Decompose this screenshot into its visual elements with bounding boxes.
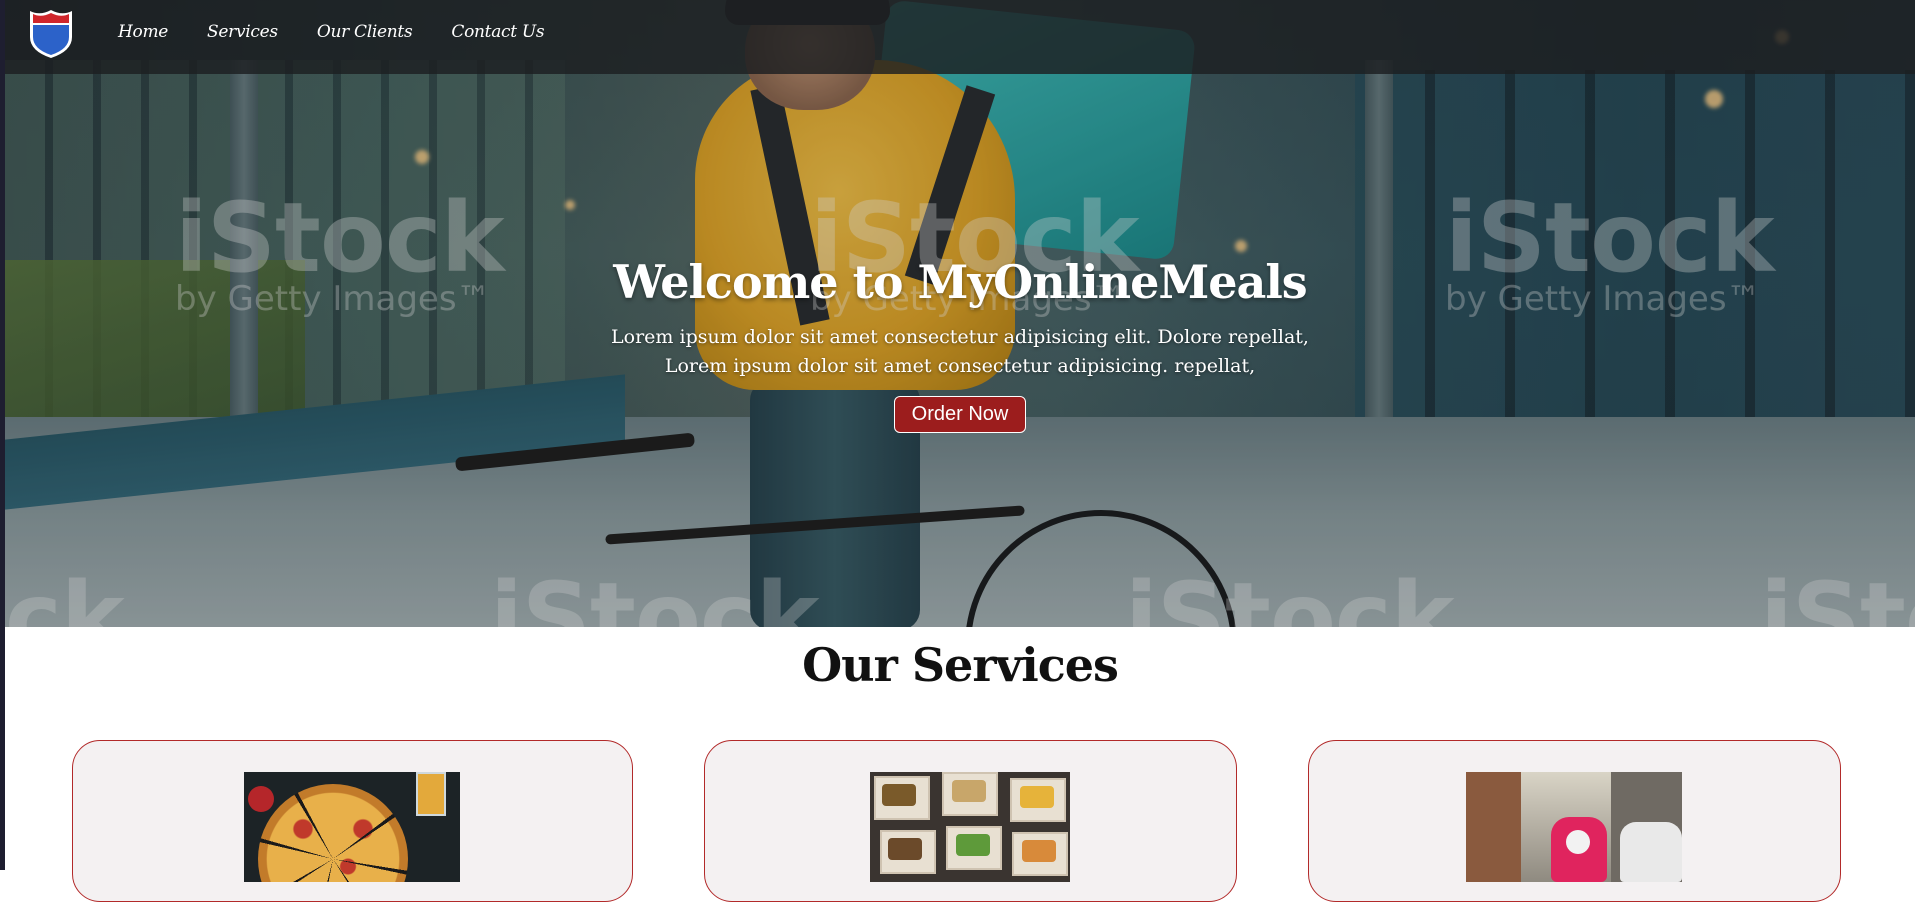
pizza-graphic [258,784,408,882]
rider-bag-logo [1566,830,1590,854]
drink-glass-graphic [416,772,446,816]
service-card[interactable] [72,740,633,902]
services-title: Our Services [802,638,1119,692]
tomato-graphic [248,786,274,812]
nav-link-home[interactable]: Home [118,22,168,42]
nav-link-services[interactable]: Services [207,22,278,42]
hero-line-1: Lorem ipsum dolor sit amet consectetur a… [611,326,1309,348]
takeaway-boxes-image [870,772,1070,882]
food-item [952,780,986,802]
order-now-button[interactable]: Order Now [893,396,1027,433]
nav-links: Home Services Our Clients Contact Us [118,22,583,42]
shield-logo-icon[interactable] [27,7,75,59]
hero-description: Lorem ipsum dolor sit amet consectetur a… [5,323,1915,381]
delivery-rider-image [1466,772,1682,882]
nav-link-contact-us[interactable]: Contact Us [451,22,544,42]
nav-link-our-clients[interactable]: Our Clients [317,22,413,42]
food-item [882,784,916,806]
hero-line-2: Lorem ipsum dolor sit amet consectetur a… [664,355,1256,377]
food-item [956,834,990,856]
food-item [1020,786,1054,808]
service-card[interactable] [1308,740,1841,902]
hero-content: Welcome to MyOnlineMeals Lorem ipsum dol… [5,255,1915,433]
car-graphic [1620,822,1682,882]
pizza-image [244,772,460,882]
hero-title: Welcome to MyOnlineMeals [613,255,1307,309]
food-item [888,838,922,860]
food-item [1022,840,1056,862]
top-navbar: Home Services Our Clients Contact Us [5,0,1915,74]
service-card[interactable] [704,740,1237,902]
